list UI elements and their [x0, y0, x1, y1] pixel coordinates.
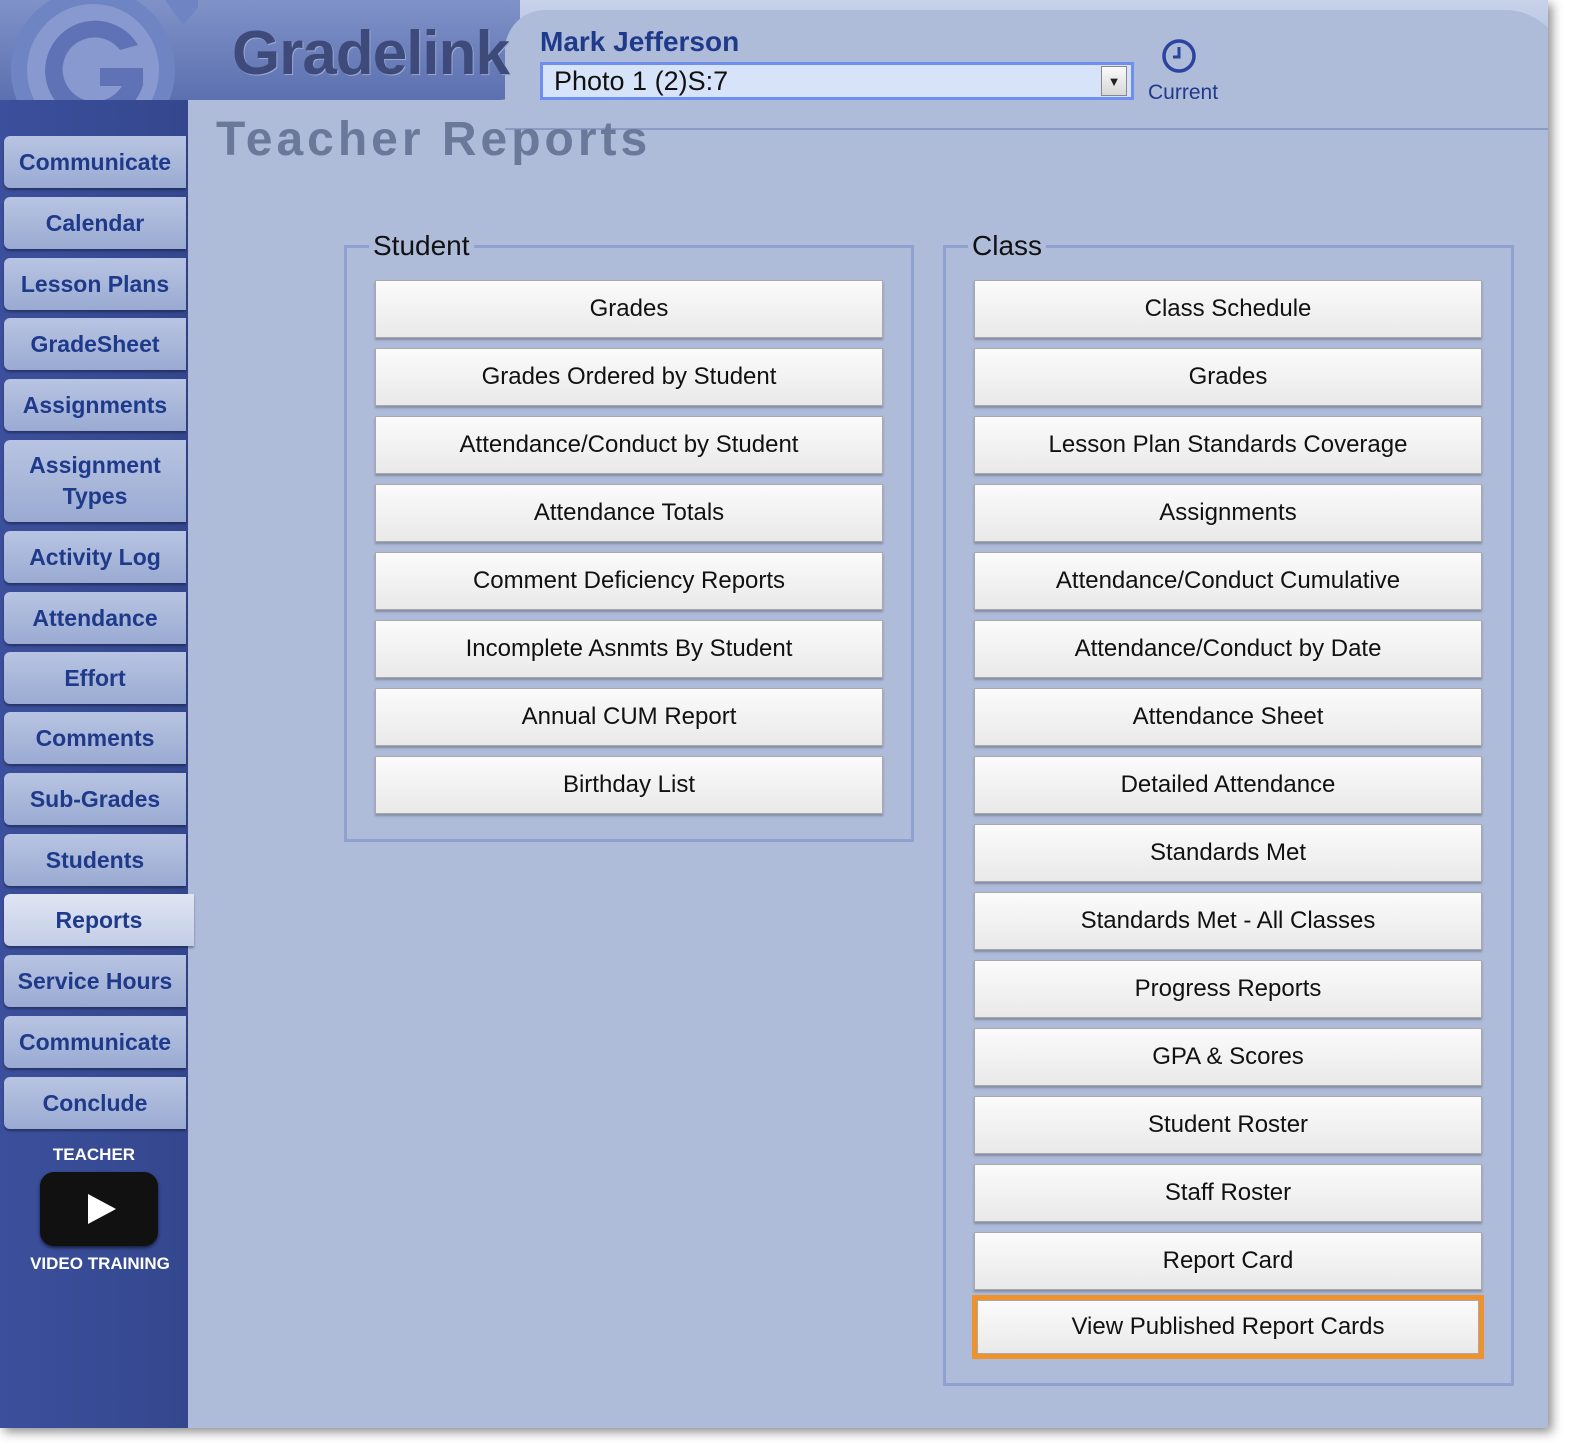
- comment-deficiency-reports-button[interactable]: Comment Deficiency Reports: [375, 552, 883, 610]
- attendance-conduct-by-student-button[interactable]: Attendance/Conduct by Student: [375, 416, 883, 474]
- user-name: Mark Jefferson: [540, 26, 740, 57]
- play-icon: [88, 1194, 116, 1224]
- student-group-legend: Student: [373, 230, 470, 261]
- sidebar-item-service-hours[interactable]: Service Hours: [4, 955, 186, 1007]
- lesson-plan-standards-coverage-button[interactable]: Lesson Plan Standards Coverage: [974, 416, 1482, 474]
- sidebar-item-lesson-plans[interactable]: Lesson Plans: [4, 258, 186, 310]
- student-grades-button[interactable]: Grades: [375, 280, 883, 338]
- sidebar-item-communicate-2[interactable]: Communicate: [4, 1016, 186, 1068]
- sidebar-item-assignment-types[interactable]: Assignment Types: [4, 440, 186, 522]
- brand-name: Gradelink: [232, 19, 510, 88]
- sidebar-item-activity-log[interactable]: Activity Log: [4, 531, 186, 583]
- class-select[interactable]: Photo 1 (2)S:7 ▼: [540, 62, 1134, 100]
- class-select-value: Photo 1 (2)S:7: [554, 65, 729, 96]
- birthday-list-button[interactable]: Birthday List: [375, 756, 883, 814]
- attendance-totals-button[interactable]: Attendance Totals: [375, 484, 883, 542]
- sidebar-item-communicate[interactable]: Communicate: [4, 136, 186, 188]
- report-card-button[interactable]: Report Card: [974, 1232, 1482, 1290]
- sidebar-item-assignments[interactable]: Assignments: [4, 379, 186, 431]
- video-player-button[interactable]: [40, 1172, 158, 1246]
- annual-cum-report-button[interactable]: Annual CUM Report: [375, 688, 883, 746]
- student-roster-button[interactable]: Student Roster: [974, 1096, 1482, 1154]
- sidebar-item-conclude[interactable]: Conclude: [4, 1077, 186, 1129]
- class-group-legend: Class: [972, 230, 1043, 261]
- current-label: Current: [1148, 81, 1219, 104]
- sidebar-item-attendance[interactable]: Attendance: [4, 592, 186, 644]
- sidebar-item-reports[interactable]: Reports: [4, 894, 194, 946]
- app-window: Gradelink Mark Jefferson Photo 1 (2)S:7 …: [0, 0, 1548, 1428]
- sidebar-item-gradesheet[interactable]: GradeSheet: [4, 318, 186, 370]
- sidebar-item-sub-grades[interactable]: Sub-Grades: [4, 773, 186, 825]
- progress-reports-button[interactable]: Progress Reports: [974, 960, 1482, 1018]
- incomplete-asnmts-by-student-button[interactable]: Incomplete Asnmts By Student: [375, 620, 883, 678]
- attendance-sheet-button[interactable]: Attendance Sheet: [974, 688, 1482, 746]
- current-button[interactable]: Current: [1148, 38, 1219, 105]
- detailed-attendance-button[interactable]: Detailed Attendance: [974, 756, 1482, 814]
- class-grades-button[interactable]: Grades: [974, 348, 1482, 406]
- video-training-top-label: TEACHER: [52, 1145, 136, 1164]
- attendance-conduct-by-date-button[interactable]: Attendance/Conduct by Date: [974, 620, 1482, 678]
- attendance-conduct-cumulative-button[interactable]: Attendance/Conduct Cumulative: [974, 552, 1482, 610]
- video-training-bottom-label: VIDEO TRAINING: [30, 1254, 170, 1273]
- sidebar-item-effort[interactable]: Effort: [4, 652, 186, 704]
- class-schedule-button[interactable]: Class Schedule: [974, 280, 1482, 338]
- view-published-report-cards-button[interactable]: View Published Report Cards: [972, 1295, 1484, 1359]
- chevron-down-icon[interactable]: ▼: [1101, 66, 1127, 96]
- clock-icon: [1162, 39, 1196, 73]
- page-title: Teacher Reports: [216, 113, 652, 166]
- staff-roster-button[interactable]: Staff Roster: [974, 1164, 1482, 1222]
- grades-ordered-by-student-button[interactable]: Grades Ordered by Student: [375, 348, 883, 406]
- gpa-scores-button[interactable]: GPA & Scores: [974, 1028, 1482, 1086]
- class-assignments-button[interactable]: Assignments: [974, 484, 1482, 542]
- sidebar-item-students[interactable]: Students: [4, 834, 186, 886]
- sidebar-item-comments[interactable]: Comments: [4, 712, 186, 764]
- sidebar-item-calendar[interactable]: Calendar: [4, 197, 186, 249]
- standards-met-all-classes-button[interactable]: Standards Met - All Classes: [974, 892, 1482, 950]
- standards-met-button[interactable]: Standards Met: [974, 824, 1482, 882]
